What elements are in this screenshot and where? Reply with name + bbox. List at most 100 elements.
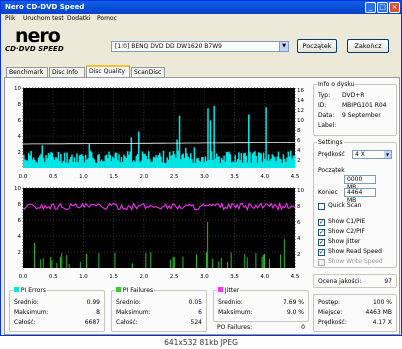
pif-max-label: Maksimum: <box>116 309 151 316</box>
pi-errors-swatch <box>14 287 19 292</box>
speed-select[interactable]: 4 X ▼ <box>352 150 392 159</box>
tab-scandisc[interactable]: ScanDisc <box>131 67 165 77</box>
show-pie-label: Show C1/PIE <box>328 218 366 225</box>
quality-score-value: 97 <box>384 278 392 285</box>
pif-bar <box>244 254 246 268</box>
pif-bar <box>255 253 257 268</box>
end-button[interactable]: Zakończ <box>347 39 389 53</box>
pie-bar <box>213 105 215 168</box>
pif-bar <box>170 259 172 268</box>
show-pif-checkbox[interactable]: ✓ <box>318 229 325 236</box>
pif-bar <box>230 252 232 268</box>
quick-scan-checkbox[interactable] <box>318 203 325 210</box>
end-field[interactable]: 4464 MB <box>344 188 376 204</box>
show-read-speed-label: Show Read Speed <box>328 248 382 255</box>
disc-date-value: 9 September <box>342 112 381 119</box>
start-field[interactable]: 0000 MB <box>344 175 376 191</box>
window-title: Nero CD-DVD Speed <box>5 3 85 11</box>
menu-extras[interactable]: Dodatki <box>67 15 90 22</box>
chevron-down-icon[interactable]: ▼ <box>384 151 391 158</box>
x-tick-label: 0.5 <box>49 274 58 280</box>
y-tick-label: 2 <box>18 250 22 256</box>
y-tick-label: 8 <box>18 102 22 108</box>
x-tick-label: 4.5 <box>291 274 300 280</box>
tab-benchmark[interactable]: Benchmark <box>6 67 48 77</box>
x-tick-label: 4.5 <box>291 174 300 180</box>
pif-bar <box>50 257 52 268</box>
pif-bar <box>246 257 248 268</box>
pif-total-value: 524 <box>190 319 202 326</box>
x-tick-label: 4.0 <box>260 274 269 280</box>
logo-text: nero <box>15 25 61 47</box>
x-tick-label: 2.0 <box>140 274 149 280</box>
x-tick-label: 1.5 <box>109 274 118 280</box>
pif-bar <box>207 221 209 268</box>
tab-disc-info[interactable]: Disc Info <box>49 67 85 77</box>
pif-bar <box>86 253 87 268</box>
close-button[interactable]: × <box>389 2 400 13</box>
y-right-tick-label: 10 <box>297 118 304 124</box>
y-tick-label: 4 <box>18 234 22 240</box>
pif-bar <box>264 253 265 268</box>
disc-label-label: Label: <box>318 122 337 129</box>
pi-errors-chart: 10 8 6 4 2 16 14 12 10 8 6 4 2 0.0 0.5 1.0 1.5 2.0 2.5 3.0 3… <box>14 86 304 180</box>
show-pie-checkbox[interactable]: ✓ <box>318 219 325 226</box>
x-tick-label: 1.0 <box>79 174 88 180</box>
disc-date-label: Data: <box>318 112 335 119</box>
jitter-stats-header: Jitter <box>217 287 241 294</box>
pif-avg-label: Średnio: <box>116 299 141 306</box>
pif-bar <box>269 258 270 268</box>
jitter-avg-label: Średnio: <box>218 299 243 306</box>
menu-run-test[interactable]: Uruchom test <box>23 15 64 22</box>
pif-bar <box>212 258 214 268</box>
x-tick-label: 0.0 <box>19 174 28 180</box>
disc-id-label: ID: <box>318 102 327 109</box>
end-label: Koniec <box>318 189 338 196</box>
pi-failures-stats-header: PI Failures <box>115 287 155 294</box>
minimize-button[interactable]: _ <box>365 2 376 13</box>
x-tick-label: 1.0 <box>79 274 88 280</box>
pi-failures-chart: 10 8 6 4 2 10 8 6 4 2 0.0 0.5 1.0 1.5 2.0 2.5 3.0 3.5 4.0 4… <box>14 186 304 280</box>
menu-file[interactable]: Plik <box>5 15 15 22</box>
y-right-tick-label: 6 <box>297 138 301 144</box>
pif-bar <box>68 263 70 268</box>
show-write-speed-checkbox[interactable] <box>318 259 325 266</box>
po-failures-value: 0 <box>301 324 305 331</box>
y-tick-label: 10 <box>14 186 21 192</box>
pif-bar <box>262 254 264 268</box>
x-tick-label: 0.0 <box>19 274 28 280</box>
drive-select[interactable]: [1:0] BENQ DVD DD DW1620 B7W9 ▼ <box>111 41 289 52</box>
chevron-down-icon[interactable]: ▼ <box>279 42 288 51</box>
pi-failures-stats: PI Failures Średnio: 0.05 Maksimum: 6 Ca… <box>111 287 207 332</box>
x-tick-label: 4.0 <box>260 174 269 180</box>
title-bar: Nero CD-DVD Speed <box>1 1 401 14</box>
x-tick-label: 0.5 <box>49 174 58 180</box>
show-jitter-checkbox[interactable]: ✓ <box>318 239 325 246</box>
position-value: 4463 MB <box>365 309 392 316</box>
x-tick-label: 2.0 <box>140 174 149 180</box>
maximize-button[interactable]: □ <box>377 2 388 13</box>
tab-disc-quality[interactable]: Disc Quality <box>86 65 130 77</box>
menu-help[interactable]: Pomoc <box>97 15 117 22</box>
pif-bar <box>51 260 53 268</box>
pif-bar <box>227 261 228 268</box>
pi-errors-stats-header: PI Errors <box>13 287 47 294</box>
show-read-speed-checkbox[interactable]: ✓ <box>318 249 325 256</box>
pif-bar <box>61 252 63 268</box>
pif-avg-value: 0.05 <box>188 299 202 306</box>
pif-bar <box>280 254 282 268</box>
start-label: Początek <box>318 167 345 174</box>
nero-logo: nero CD·DVD SPEED <box>5 27 105 65</box>
y-right-tick-label: 2 <box>297 252 301 258</box>
y-right-tick-label: 6 <box>297 220 301 226</box>
pif-total-label: Całość: <box>116 319 138 326</box>
jitter-avg-value: 7.69 % <box>283 299 304 306</box>
jitter-max-label: Maksimum: <box>218 309 253 316</box>
jitter-max-value: 9.0 % <box>286 309 304 316</box>
start-button[interactable]: Początek <box>297 39 337 53</box>
y-right-tick-label: 14 <box>297 98 304 104</box>
pie-bar <box>293 155 296 168</box>
pif-bar <box>98 252 100 268</box>
pif-bar <box>42 258 44 268</box>
pif-bar <box>205 252 207 268</box>
